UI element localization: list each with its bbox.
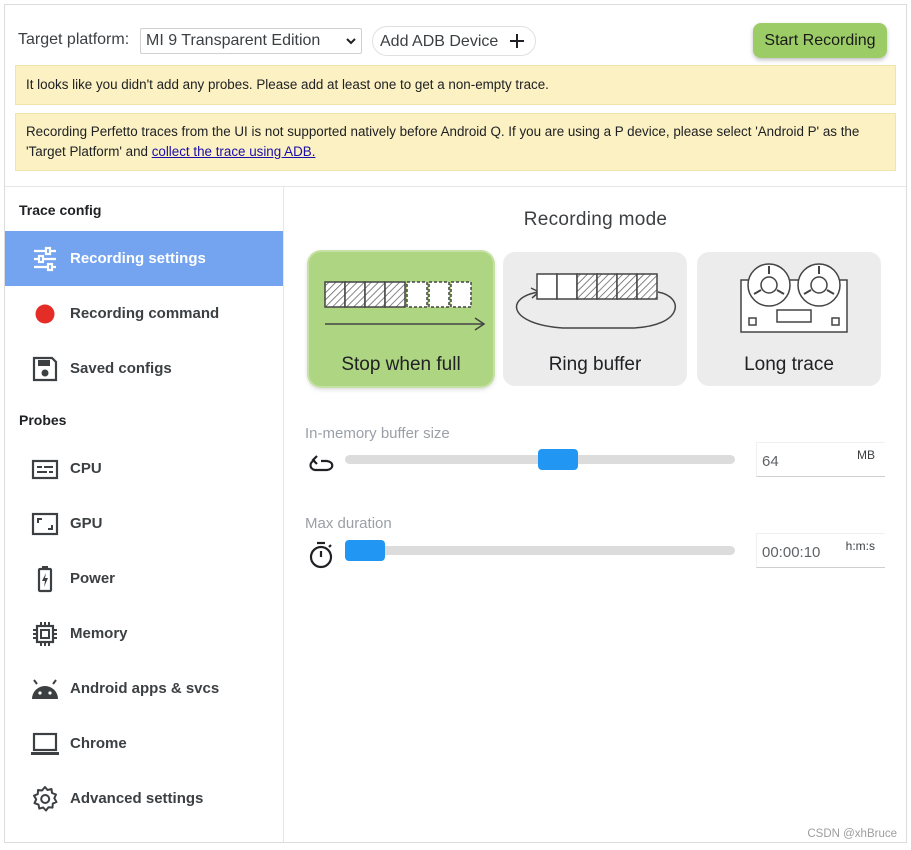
sidebar-item-gpu[interactable]: GPU <box>5 496 283 551</box>
buffer-size-slider[interactable] <box>345 449 735 470</box>
sidebar-item-memory[interactable]: Memory <box>5 606 283 661</box>
max-duration-label: Max duration <box>305 515 392 532</box>
sidebar-item-label: Chrome <box>70 735 127 752</box>
recording-settings-panel: Recording mode Stop when full Ring buffe… <box>285 187 906 842</box>
sidebar-item-label: Advanced settings <box>70 790 204 807</box>
sidebar-item-advanced-settings[interactable]: Advanced settings <box>5 771 283 826</box>
tape-recorder-illustration <box>740 263 848 333</box>
chevron-down-icon <box>346 38 356 45</box>
buffer-size-input[interactable]: 64 MB <box>756 442 885 477</box>
android-icon <box>32 679 58 699</box>
mode-label: Ring buffer <box>548 354 642 375</box>
target-platform-label: Target platform: <box>18 31 130 48</box>
sidebar-item-android-apps[interactable]: Android apps & svcs <box>5 661 283 716</box>
sidebar-item-label: Saved configs <box>70 360 172 377</box>
red-dot-icon <box>35 304 55 324</box>
sidebar-item-recording-settings[interactable]: Recording settings <box>5 231 283 286</box>
mode-long-trace[interactable]: Long trace <box>697 252 881 386</box>
gear-icon <box>33 786 58 812</box>
cpu-icon <box>31 459 59 480</box>
buffer-size-label: In-memory buffer size <box>305 425 450 442</box>
stopwatch-icon <box>309 541 333 569</box>
sidebar-item-label: Android apps & svcs <box>70 680 220 697</box>
gpu-icon <box>31 512 59 536</box>
memory-chip-icon <box>33 622 57 646</box>
sidebar-item-label: GPU <box>70 515 103 532</box>
start-recording-button[interactable]: Start Recording <box>753 23 887 58</box>
sidebar-item-label: Recording settings <box>70 250 206 267</box>
max-duration-slider[interactable] <box>345 540 735 561</box>
mode-stop-when-full[interactable]: Stop when full <box>309 252 493 386</box>
sidebar-item-label: CPU <box>70 460 102 477</box>
laptop-icon <box>31 732 59 755</box>
target-platform-select[interactable]: MI 9 Transparent Edition <box>140 28 362 54</box>
add-adb-device-label: Add ADB Device <box>380 33 499 50</box>
probes-title: Probes <box>19 412 67 428</box>
max-duration-value: 00:00:10 <box>762 544 821 561</box>
tune-icon <box>34 246 56 272</box>
sidebar-item-label: Memory <box>70 625 128 642</box>
record-page: Target platform: MI 9 Transparent Editio… <box>4 4 907 843</box>
sidebar: Trace config Recording settings Recordin… <box>5 187 284 842</box>
add-adb-device-button[interactable]: Add ADB Device <box>372 26 536 56</box>
no-probes-warning-text: It looks like you didn't add any probes.… <box>26 77 549 92</box>
sidebar-item-label: Power <box>70 570 116 587</box>
max-duration-slider-thumb[interactable] <box>345 540 385 561</box>
buffer-size-value: 64 <box>762 453 779 470</box>
collect-trace-adb-link[interactable]: collect the trace using ADB. <box>152 144 316 159</box>
buffer-size-unit: MB <box>857 448 875 462</box>
mode-label: Stop when full <box>341 354 461 375</box>
sidebar-item-cpu[interactable]: CPU <box>5 441 283 496</box>
ring-arrow-icon <box>309 455 334 472</box>
max-duration-unit: h:m:s <box>845 539 875 553</box>
no-probes-warning: It looks like you didn't add any probes.… <box>15 65 896 105</box>
mode-ring-buffer[interactable]: Ring buffer <box>503 252 687 386</box>
plus-icon <box>510 34 524 48</box>
buffer-size-slider-thumb[interactable] <box>538 449 578 470</box>
mode-label: Long trace <box>744 354 834 375</box>
sidebar-item-chrome[interactable]: Chrome <box>5 716 283 771</box>
sidebar-item-power[interactable]: Power <box>5 551 283 606</box>
max-duration-input[interactable]: 00:00:10 h:m:s <box>756 533 885 568</box>
stop-when-full-illustration <box>324 281 486 331</box>
sidebar-item-recording-command[interactable]: Recording command <box>5 286 283 341</box>
android-p-warning: Recording Perfetto traces from the UI is… <box>15 113 896 171</box>
watermark: CSDN @xhBruce <box>807 828 897 840</box>
recording-mode-title: Recording mode <box>523 209 668 230</box>
top-bar: Target platform: MI 9 Transparent Editio… <box>5 5 906 65</box>
ring-buffer-illustration <box>515 273 676 329</box>
sidebar-item-saved-configs[interactable]: Saved configs <box>5 341 283 396</box>
battery-icon <box>37 566 53 593</box>
save-icon <box>32 356 58 382</box>
sidebar-item-label: Recording command <box>70 305 220 322</box>
trace-config-title: Trace config <box>19 202 102 218</box>
target-platform-value: MI 9 Transparent Edition <box>146 32 321 49</box>
